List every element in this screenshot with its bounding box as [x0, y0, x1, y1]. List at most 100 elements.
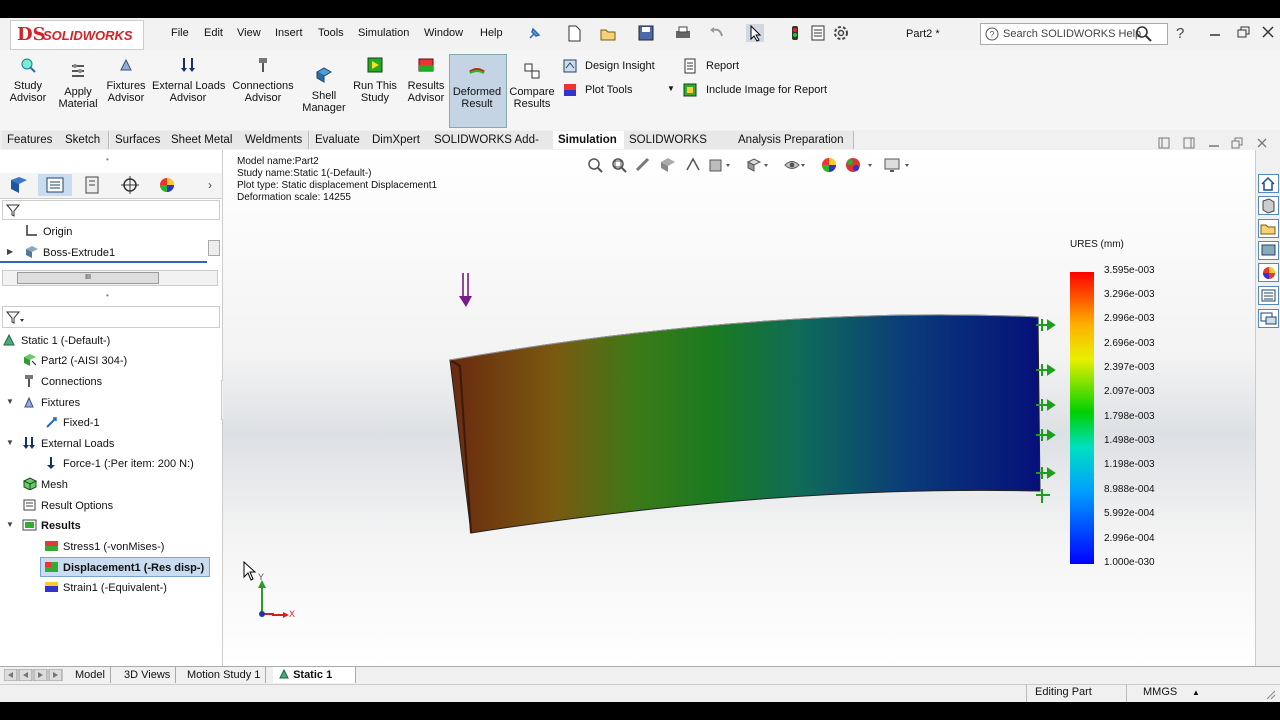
zoom-to-area-icon[interactable]	[610, 156, 628, 174]
custom-properties-icon[interactable]	[1258, 286, 1279, 305]
menu-window[interactable]: Window	[424, 27, 463, 39]
viewport-close-icon[interactable]	[1257, 138, 1267, 148]
menu-tools[interactable]: Tools	[318, 27, 344, 39]
collapse-right-icon[interactable]	[1183, 137, 1195, 149]
section-view-icon[interactable]	[659, 156, 677, 174]
collapse-arrow-icon[interactable]: ▼	[6, 520, 14, 529]
expand-arrow-icon[interactable]: ▶	[7, 247, 13, 256]
apply-material-button[interactable]: Apply Material	[56, 62, 100, 110]
menu-edit[interactable]: Edit	[204, 27, 223, 39]
include-image-button[interactable]: Include Image for Report	[706, 84, 827, 96]
search-icon[interactable]	[1135, 25, 1153, 43]
viewport-restore-icon[interactable]	[1231, 137, 1243, 149]
panel-splitter-dot[interactable]: •	[106, 155, 109, 164]
tree-item-origin[interactable]: Origin	[24, 224, 72, 238]
viewport-minimize-icon[interactable]	[1208, 140, 1220, 148]
result-stress-item[interactable]: Stress1 (-vonMises-)	[44, 539, 164, 553]
menu-help[interactable]: Help	[480, 27, 503, 39]
hide-show-items-icon[interactable]	[783, 156, 807, 174]
units-dropdown-icon[interactable]: ▲	[1192, 688, 1200, 697]
tab-features[interactable]: Features	[2, 131, 61, 149]
zoom-to-fit-icon[interactable]	[586, 156, 604, 174]
compare-results-button[interactable]: Compare Results	[508, 62, 556, 110]
tab-addins[interactable]: SOLIDWORKS Add-Ins	[429, 131, 556, 164]
solidworks-resources-icon[interactable]	[1258, 174, 1279, 193]
collapse-left-icon[interactable]	[1158, 137, 1170, 149]
restore-icon[interactable]	[1236, 26, 1250, 38]
plot-tools-button[interactable]: Plot Tools	[585, 84, 633, 96]
menu-view[interactable]: View	[237, 27, 261, 39]
view-orientation-icon[interactable]	[708, 156, 732, 174]
results-advisor-button[interactable]: Results Advisor	[404, 56, 448, 104]
tab-analysis-preparation[interactable]: Analysis Preparation	[733, 131, 854, 149]
study-fixed-item[interactable]: Fixed-1	[44, 415, 100, 429]
feature-tree-filter[interactable]	[2, 200, 220, 220]
study-root[interactable]: Static 1 (-Default-)	[2, 333, 110, 347]
tab-dimxpert[interactable]: DimXpert	[367, 131, 431, 149]
save-icon[interactable]	[637, 24, 655, 42]
select-cursor-icon[interactable]	[746, 24, 764, 42]
study-fixtures-item[interactable]: Fixtures	[22, 395, 80, 409]
collapse-arrow-icon[interactable]: ▼	[6, 397, 14, 406]
shell-manager-button[interactable]: Shell Manager	[300, 66, 348, 114]
study-mesh-item[interactable]: Mesh	[22, 477, 68, 491]
external-loads-advisor-button[interactable]: External Loads Advisor	[152, 56, 225, 104]
study-tree-filter[interactable]	[2, 306, 220, 328]
edit-appearance-icon[interactable]	[820, 156, 838, 174]
study-part-item[interactable]: Part2 (-AISI 304-)	[22, 353, 127, 367]
deformed-beam-plot[interactable]	[440, 265, 1060, 545]
horizontal-scroll-thumb[interactable]: III	[17, 272, 159, 284]
tab-sketch[interactable]: Sketch	[60, 131, 109, 149]
tab-evaluate[interactable]: Evaluate	[310, 131, 369, 149]
chevron-right-icon[interactable]: ›	[208, 178, 212, 192]
menu-simulation[interactable]: Simulation	[358, 27, 409, 39]
apply-scene-icon[interactable]	[844, 156, 874, 174]
file-explorer-icon[interactable]	[1258, 219, 1279, 238]
tab-3d-views[interactable]: 3D Views	[119, 667, 177, 683]
menu-file[interactable]: File	[171, 27, 189, 39]
units-selector[interactable]: MMGS	[1143, 686, 1177, 698]
view-palette-icon[interactable]	[1258, 241, 1279, 260]
tab-sheet-metal[interactable]: Sheet Metal	[166, 131, 241, 149]
run-this-study-button[interactable]: Run This Study	[352, 56, 398, 104]
print-icon[interactable]	[674, 24, 692, 42]
display-manager-tab-icon[interactable]	[150, 174, 184, 196]
dimxpert-manager-tab-icon[interactable]	[113, 174, 147, 196]
tab-motion-study[interactable]: Motion Study 1	[182, 667, 267, 683]
tab-simulation[interactable]: Simulation	[553, 131, 626, 149]
horizontal-scrollbar[interactable]: III	[2, 270, 218, 286]
tree-scrollbar-thumb[interactable]	[208, 240, 220, 256]
view-settings-icon[interactable]	[883, 156, 913, 174]
tree-item-boss-extrude[interactable]: Boss-Extrude1	[24, 245, 115, 259]
design-insight-button[interactable]: Design Insight	[585, 60, 655, 72]
collapse-arrow-icon[interactable]: ▼	[6, 438, 14, 447]
menu-insert[interactable]: Insert	[275, 27, 303, 39]
study-force-item[interactable]: Force-1 (:Per item: 200 N:)	[44, 456, 194, 470]
configuration-manager-tab-icon[interactable]	[75, 174, 109, 196]
forum-icon[interactable]	[1258, 309, 1279, 328]
options-gear-icon[interactable]	[832, 24, 850, 42]
open-folder-icon[interactable]	[599, 24, 617, 42]
tab-model[interactable]: Model	[70, 667, 111, 683]
tab-surfaces[interactable]: Surfaces	[110, 131, 169, 149]
undo-icon[interactable]	[708, 24, 726, 42]
previous-view-icon[interactable]	[634, 156, 652, 174]
search-help-box[interactable]: ? Search SOLIDWORKS Help	[980, 23, 1168, 45]
display-style-icon[interactable]	[746, 156, 770, 174]
study-results-item[interactable]: Results	[22, 518, 81, 532]
connections-advisor-button[interactable]: Connections Advisor	[230, 56, 296, 104]
new-document-icon[interactable]	[565, 24, 583, 42]
solidworks-logo[interactable]: DS SOLIDWORKS	[10, 20, 144, 50]
search-input[interactable]: Search SOLIDWORKS Help	[1003, 28, 1141, 40]
fixtures-advisor-button[interactable]: Fixtures Advisor	[104, 56, 148, 104]
design-library-icon[interactable]	[1258, 196, 1279, 215]
resize-grip-icon[interactable]	[1264, 688, 1276, 700]
help-button[interactable]: ?	[1176, 25, 1184, 42]
dynamic-annotation-icon[interactable]	[684, 156, 702, 174]
study-external-loads-item[interactable]: External Loads	[22, 436, 114, 450]
deformed-result-button[interactable]: Deformed Result	[450, 62, 504, 110]
tab-scroll-arrows-icon[interactable]	[4, 669, 64, 681]
study-result-options-item[interactable]: Result Options	[22, 498, 113, 512]
study-advisor-button[interactable]: Study Advisor	[8, 56, 48, 104]
appearances-icon[interactable]	[1258, 263, 1279, 282]
